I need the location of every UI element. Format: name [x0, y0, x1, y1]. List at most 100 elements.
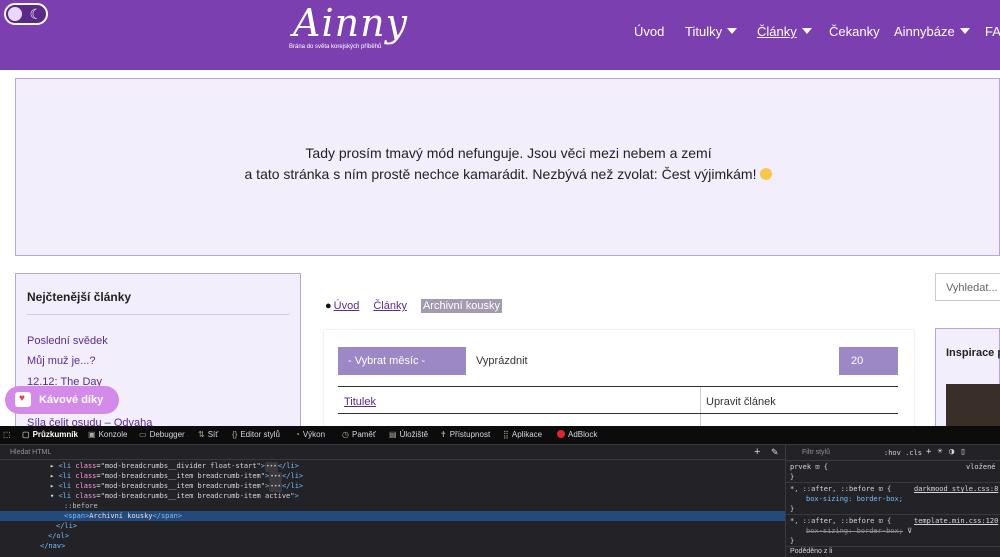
- performance-icon: ◔: [295, 430, 300, 439]
- nav-item-uvod[interactable]: Úvod: [634, 24, 664, 42]
- divider: [786, 482, 1000, 483]
- rule-source[interactable]: darkmood_style.css:8: [914, 484, 998, 494]
- devtools-panel: ⬚ ▢ Průzkumník ▣ Konzole ▭ Debugger ⇅ Síť {}…: [0, 426, 1000, 557]
- memory-icon: ◷: [342, 430, 349, 439]
- styles-filter-input[interactable]: Filtr stylů: [802, 449, 830, 456]
- rule-source[interactable]: vložené: [966, 462, 996, 472]
- page: ☾ Ainny Brána do světa korejských příběh…: [0, 0, 1000, 557]
- inspiration-title: Inspirace p: [946, 347, 1000, 359]
- html-node-row[interactable]: </nav>: [40, 541, 65, 551]
- tab-console[interactable]: ▣ Konzole: [88, 430, 127, 439]
- tab-debugger[interactable]: ▭ Debugger: [139, 430, 185, 439]
- sidebar-title: Nejčtenější články: [27, 290, 132, 304]
- html-node-row[interactable]: ▾ <li class="mod-breadcrumbs__item bread…: [50, 491, 299, 501]
- html-tree: ▸ <li class="mod-breadcrumbs__divider fl…: [0, 461, 785, 557]
- tab-label: Výkon: [302, 430, 326, 439]
- declaration-text: box-sizing: border-box;: [806, 527, 903, 535]
- element-picker-icon[interactable]: ⬚: [3, 430, 11, 439]
- html-node-row[interactable]: ::before: [64, 501, 98, 511]
- console-icon: ▣: [88, 430, 96, 439]
- tab-application[interactable]: ⣿ Aplikace: [503, 430, 542, 439]
- tab-style-editor[interactable]: {} Editor stylů: [232, 430, 280, 439]
- rule-declaration[interactable]: box-sizing: border-box;: [806, 494, 903, 504]
- nav-item-ainnybaze[interactable]: Ainnybáze: [894, 24, 970, 42]
- tab-label: Konzole: [98, 430, 128, 439]
- eyedropper-icon[interactable]: ✎: [771, 447, 779, 458]
- breadcrumb-section[interactable]: Články: [373, 300, 407, 312]
- tab-inspector[interactable]: ▢ Průzkumník: [22, 430, 78, 439]
- nav-label: Články: [757, 24, 797, 39]
- storage-icon: ▤: [389, 430, 397, 439]
- pseudo-class-toggles[interactable]: :hov .cls: [884, 449, 922, 457]
- debugger-icon: ▭: [139, 430, 147, 439]
- sidebar-item[interactable]: Můj muž je...?: [27, 355, 95, 367]
- dark-mode-notice: Tady prosím tmavý mód nefunguje. Jsou vě…: [15, 78, 1000, 256]
- tab-storage[interactable]: ▤ Úložiště: [389, 430, 428, 439]
- dark-mode-toggle[interactable]: ☾: [4, 3, 48, 25]
- rule-declaration[interactable]: box-sizing: border-box; ⊽: [806, 526, 912, 536]
- tab-adblock[interactable]: AdBlock: [557, 430, 597, 439]
- tab-accessibility[interactable]: ✝ Přístupnost: [440, 430, 490, 439]
- notice-line-2: a tato stránka s ním prostě nechce kamar…: [16, 166, 1000, 182]
- nav-item-faq[interactable]: FAQ: [985, 24, 1000, 42]
- inherited-heading: Poděděno z li: [790, 548, 833, 555]
- rule-source[interactable]: template.min.css:120: [914, 516, 998, 526]
- node-close-tag: </li>: [56, 522, 78, 530]
- node-class: mod-breadcrumbs__item breadcrumb-item ac…: [104, 492, 291, 500]
- nav-item-titulky[interactable]: Titulky: [685, 24, 738, 42]
- caret-down-icon: [959, 28, 970, 34]
- rule-selector: prvek: [790, 463, 812, 471]
- tab-label: Aplikace: [511, 430, 543, 439]
- style-rule[interactable]: *, ::after, ::before ⊡ {: [790, 516, 891, 526]
- breadcrumb-current: Archivní kousky: [420, 299, 502, 313]
- nav-label: Ainnybáze: [894, 24, 955, 39]
- tab-performance[interactable]: ◔ Výkon: [295, 430, 325, 439]
- element-rule[interactable]: prvek ⊡ {: [790, 462, 828, 472]
- tab-label: AdBlock: [568, 430, 598, 439]
- toggle-knob: [8, 7, 22, 21]
- emoji-icon: [760, 168, 773, 180]
- node-close-tag: </nav>: [40, 542, 66, 550]
- limit-select[interactable]: 20: [839, 347, 898, 375]
- notice-line-1: Tady prosím tmavý mód nefunguje. Jsou vě…: [305, 145, 712, 161]
- site-header: ☾ Ainny Brána do světa korejských příběh…: [0, 0, 1000, 70]
- tab-label: Přístupnost: [449, 430, 491, 439]
- coffee-label: Kávové díky: [39, 394, 104, 406]
- style-rule[interactable]: *, ::after, ::before ⊡ {: [790, 484, 891, 494]
- tab-label: Průzkumník: [32, 430, 78, 439]
- nav-item-cekanky[interactable]: Čekanky: [829, 24, 880, 42]
- search-input[interactable]: Vyhledat...: [935, 273, 1000, 301]
- html-node-row[interactable]: ▸ <li class="mod-breadcrumbs__item bread…: [50, 471, 303, 482]
- nav-item-clanky[interactable]: Články: [757, 24, 812, 42]
- rule-close: }: [790, 505, 795, 513]
- rule-close: }: [790, 537, 795, 545]
- sidebar-item[interactable]: Poslední svědek: [27, 335, 108, 347]
- html-node-row[interactable]: </li>: [56, 521, 77, 531]
- logo-tagline: Brána do světa korejských příběhů: [289, 44, 382, 50]
- clear-button[interactable]: Vyprázdnit: [476, 355, 528, 367]
- rule-tools[interactable]: +☀◑▯: [926, 447, 972, 457]
- tab-label: Debugger: [149, 430, 185, 439]
- caret-down-icon: [801, 28, 812, 34]
- tab-network[interactable]: ⇅ Síť: [198, 430, 218, 439]
- column-header-title[interactable]: Titulek: [344, 396, 376, 408]
- add-node-icon[interactable]: +: [754, 446, 760, 458]
- html-node-row[interactable]: ▸ <li class="mod-breadcrumbs__item bread…: [50, 481, 303, 492]
- table-header-border: [338, 413, 898, 414]
- tab-memory[interactable]: ◷ Paměť: [342, 430, 376, 439]
- node-close-tag: </ol>: [48, 532, 70, 540]
- rule-close: }: [790, 473, 795, 481]
- html-node-row[interactable]: ▸ <li class="mod-breadcrumbs__divider fl…: [50, 461, 299, 472]
- breadcrumb-home[interactable]: Úvod: [334, 300, 360, 312]
- html-node-row-selected[interactable]: <span>Archivní kousky</span>: [0, 511, 785, 521]
- tab-label: Úložiště: [399, 430, 429, 439]
- html-node-row[interactable]: </ol>: [48, 531, 69, 541]
- divider: [786, 514, 1000, 515]
- month-select-button[interactable]: - Vybrat měsíc -: [338, 347, 466, 375]
- accessibility-icon: ✝: [440, 430, 447, 439]
- nav-label: Čekanky: [829, 24, 880, 39]
- site-logo[interactable]: Ainny Brána do světa korejských příběhů: [285, 2, 407, 54]
- html-search-input[interactable]: Hledat HTML: [0, 446, 785, 460]
- coffee-button[interactable]: ♥ Kávové díky: [5, 386, 119, 414]
- nav-label: FAQ: [985, 24, 1000, 39]
